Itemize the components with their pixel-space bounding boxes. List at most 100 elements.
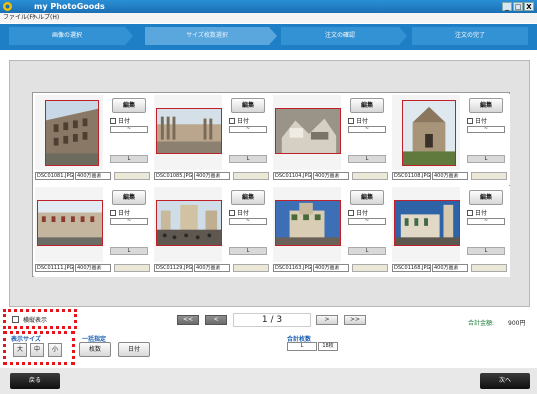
photo-options: 編集 日付 ~ L [225,95,271,170]
photo-card: 編集 日付 ~ L DSC01111.JPG 400万画素 [34,186,153,277]
print-size-label: L [110,155,148,163]
quantity-field[interactable] [114,264,150,272]
quantity-select[interactable]: ~ [467,126,505,133]
quantity-field[interactable] [471,172,507,180]
file-name: DSC01085.JPG [154,172,193,180]
file-name: DSC01108.JPG [392,172,431,180]
batch-count-button[interactable]: 枚数 [79,342,111,357]
step-order-confirm: 注文の確認 [281,27,399,45]
photo-card: 編集 日付 ~ L DSC01163.JPG 400万画素 [272,186,391,277]
display-size-label: 表示サイズ [11,336,41,343]
title-bar: my PhotoGoods _ □ X [0,0,537,13]
step-arrow-icon [399,27,407,45]
date-checkbox[interactable] [467,118,473,124]
quantity-select[interactable]: ~ [110,218,148,225]
date-checkbox-label: 日付 [118,118,131,125]
pixel-count: 400万画素 [75,172,111,180]
quantity-field[interactable] [233,172,269,180]
app-icon [3,2,12,11]
menu-file[interactable]: ファイル(F) [3,13,35,23]
date-checkbox[interactable] [348,118,354,124]
edit-button[interactable]: 編集 [231,98,265,113]
file-name: DSC01129.JPG [154,264,193,272]
date-checkbox-label: 日付 [475,210,488,217]
quantity-select[interactable]: ~ [467,218,505,225]
photo-card: 編集 日付 ~ L DSC01129.JPG 400万画素 [153,186,272,277]
photo-options: 編集 日付 ~ L [463,187,509,262]
photo-card: 編集 日付 ~ L DSC01085.JPG 400万画素 [153,94,272,185]
maximize-button[interactable]: □ [513,2,523,11]
pixel-count: 400万画素 [313,264,349,272]
print-size-label: L [348,155,386,163]
close-button[interactable]: X [524,2,534,11]
photo-thumbnail[interactable] [37,200,103,246]
quantity-field[interactable] [471,264,507,272]
quantity-select[interactable]: ~ [110,126,148,133]
date-checkbox[interactable] [229,210,235,216]
date-checkbox[interactable] [348,210,354,216]
photo-options: 編集 日付 ~ L [463,95,509,170]
step-image-select: 画像の選択 [9,27,125,45]
edit-button[interactable]: 編集 [469,98,503,113]
vertical-display-checkbox[interactable] [12,316,19,323]
photo-frame [273,95,341,170]
prev-page-button[interactable]: < [205,315,227,325]
quantity-select[interactable]: ~ [229,218,267,225]
date-checkbox[interactable] [110,210,116,216]
photo-options: 編集 日付 ~ L [344,95,390,170]
total-count-size: L [287,342,317,351]
first-page-button[interactable]: << [177,315,199,325]
menu-help[interactable]: ヘルプ(H) [32,13,59,23]
date-checkbox-label: 日付 [118,210,131,217]
photo-card: 編集 日付 ~ L DSC01168.JPG 400万画素 [391,186,510,277]
date-checkbox-label: 日付 [237,118,250,125]
step-arrow-icon [125,27,133,45]
quantity-field[interactable] [352,172,388,180]
next-page-button[interactable]: > [316,315,338,325]
back-button[interactable]: 戻る [10,373,60,389]
display-size-medium-button[interactable]: 中 [30,343,44,357]
quantity-field[interactable] [233,264,269,272]
date-checkbox[interactable] [229,118,235,124]
vertical-display-label: 横縦表示 [23,317,48,324]
photo-options: 編集 日付 ~ L [106,95,152,170]
photo-thumbnail[interactable] [402,100,456,166]
photo-frame [154,95,222,170]
last-page-button[interactable]: >> [344,315,366,325]
date-checkbox[interactable] [110,118,116,124]
next-button[interactable]: 次へ [480,373,530,389]
photo-thumbnail[interactable] [394,200,460,246]
photo-thumbnail[interactable] [156,108,222,154]
photo-thumbnail[interactable] [156,200,222,246]
date-checkbox[interactable] [467,210,473,216]
minimize-button[interactable]: _ [502,2,512,11]
pixel-count: 400万画素 [75,264,111,272]
edit-button[interactable]: 編集 [231,190,265,205]
pixel-count: 400万画素 [432,172,468,180]
batch-date-button[interactable]: 日付 [118,342,150,357]
quantity-field[interactable] [352,264,388,272]
photo-thumbnail[interactable] [275,200,341,246]
photo-frame [35,95,103,170]
quantity-field[interactable] [114,172,150,180]
display-size-large-button[interactable]: 大 [13,343,27,357]
photo-card: 編集 日付 ~ L DSC01104.JPG 400万画素 [272,94,391,185]
edit-button[interactable]: 編集 [469,190,503,205]
photo-frame [392,187,460,262]
edit-button[interactable]: 編集 [350,98,384,113]
photo-card: 編集 日付 ~ L DSC01108.JPG 400万画素 [391,94,510,185]
file-name: DSC01104.JPG [273,172,312,180]
display-size-small-button[interactable]: 小 [48,343,62,357]
photo-thumbnail[interactable] [45,100,99,166]
edit-button[interactable]: 編集 [112,190,146,205]
step-size-count: サイズ枚数選択 [145,27,269,45]
edit-button[interactable]: 編集 [350,190,384,205]
photo-options: 編集 日付 ~ L [344,187,390,262]
quantity-select[interactable]: ~ [229,126,267,133]
photo-thumbnail[interactable] [275,108,341,154]
total-count-value: 18枚 [318,342,338,351]
edit-button[interactable]: 編集 [112,98,146,113]
photo-options: 編集 日付 ~ L [106,187,152,262]
quantity-select[interactable]: ~ [348,218,386,225]
quantity-select[interactable]: ~ [348,126,386,133]
